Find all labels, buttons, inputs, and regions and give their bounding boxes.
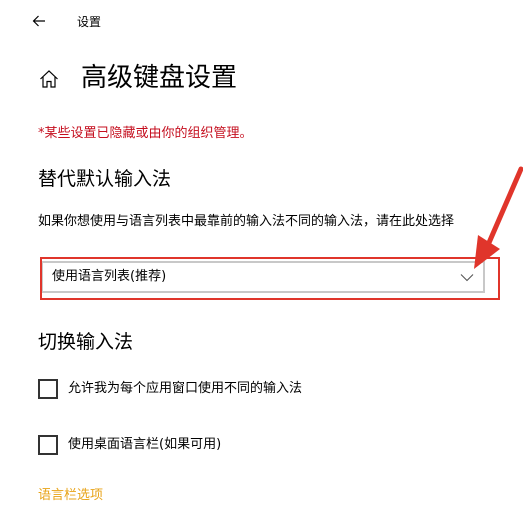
checkbox-box[interactable] (38, 435, 58, 455)
dropdown-selected-value: 使用语言列表(推荐) (52, 269, 167, 284)
per-app-input-checkbox[interactable]: 允许我为每个应用窗口使用不同的输入法 (38, 379, 358, 401)
home-icon (36, 66, 62, 92)
window-title: 设置 (77, 15, 102, 29)
input-method-dropdown[interactable]: 使用语言列表(推荐) (41, 261, 485, 293)
checkbox-box[interactable] (38, 379, 58, 399)
back-button[interactable] (22, 6, 56, 36)
checkbox-label: 允许我为每个应用窗口使用不同的输入法 (68, 381, 303, 396)
switch-input-heading: 切换输入法 (38, 331, 134, 353)
desktop-language-bar-checkbox[interactable]: 使用桌面语言栏(如果可用) (38, 435, 258, 457)
managed-notice: *某些设置已隐藏或由你的组织管理。 (38, 126, 253, 141)
language-bar-options-link[interactable]: 语言栏选项 (38, 486, 103, 506)
override-input-heading: 替代默认输入法 (38, 168, 172, 190)
chevron-down-icon (460, 274, 474, 282)
override-input-description: 如果你想使用与语言列表中最靠前的输入法不同的输入法，请在此处选择 (38, 214, 455, 229)
back-arrow-icon (32, 15, 45, 27)
checkbox-label: 使用桌面语言栏(如果可用) (68, 437, 222, 452)
page-title: 高级键盘设置 (81, 63, 238, 93)
